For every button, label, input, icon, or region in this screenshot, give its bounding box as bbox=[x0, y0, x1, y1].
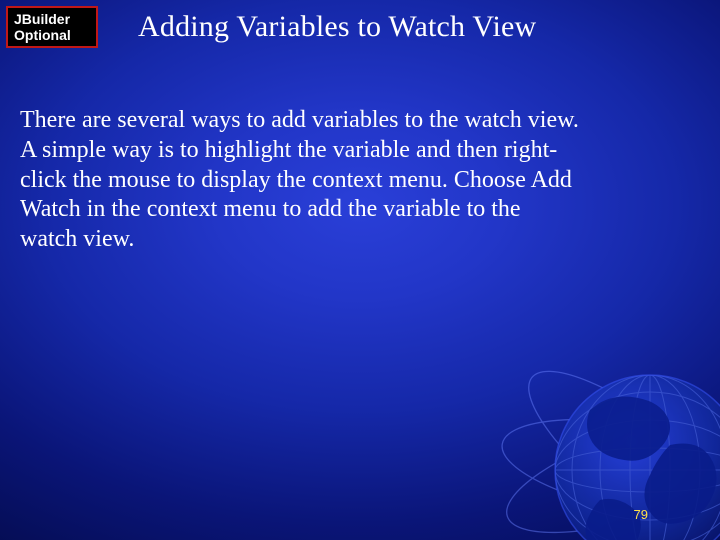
globe-icon bbox=[480, 300, 720, 540]
badge-line1: JBuilder bbox=[14, 11, 96, 27]
badge-jbuilder-optional: JBuilder Optional bbox=[6, 6, 98, 48]
badge-line2: Optional bbox=[14, 27, 96, 43]
page-number: 79 bbox=[634, 507, 648, 522]
slide-body-text: There are several ways to add variables … bbox=[20, 106, 580, 255]
slide: JBuilder Optional Adding Variables to Wa… bbox=[0, 0, 720, 540]
slide-title: Adding Variables to Watch View bbox=[138, 10, 536, 44]
